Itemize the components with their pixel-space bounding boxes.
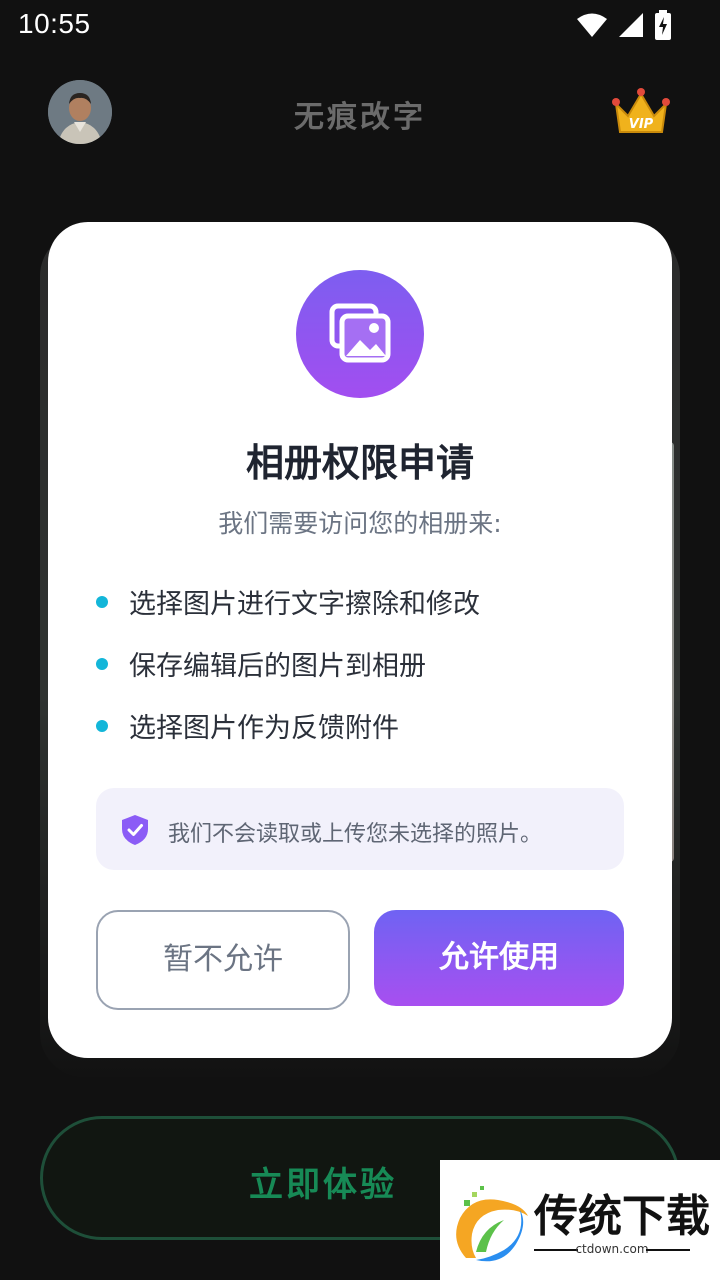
watermark: 传统下载 ctdown.com — [440, 1160, 720, 1280]
bullet-dot — [96, 658, 108, 670]
allow-button[interactable]: 允许使用 — [374, 910, 624, 1006]
permission-dialog: 相册权限申请 我们需要访问您的相册来: 选择图片进行文字擦除和修改 保存编辑后的… — [48, 222, 672, 1058]
watermark-divider — [646, 1249, 690, 1251]
battery-charging-icon — [655, 10, 671, 40]
dialog-title: 相册权限申请 — [245, 441, 474, 485]
list-item: 保存编辑后的图片到相册 — [96, 644, 636, 706]
gallery-icon — [329, 303, 391, 363]
reason-text: 选择图片进行文字擦除和修改 — [129, 589, 480, 620]
reason-text: 选择图片作为反馈附件 — [129, 713, 399, 744]
privacy-note-text: 我们不会读取或上传您未选择的照片。 — [168, 822, 543, 847]
deny-button[interactable]: 暂不允许 — [96, 910, 350, 1010]
bullet-dot — [96, 596, 108, 608]
bullet-dot — [96, 720, 108, 732]
status-bar: 10:55 — [0, 0, 720, 50]
list-item: 选择图片作为反馈附件 — [96, 706, 636, 768]
reason-list: 选择图片进行文字擦除和修改 保存编辑后的图片到相册 选择图片作为反馈附件 — [96, 582, 636, 768]
watermark-logo-icon — [456, 1186, 528, 1262]
dialog-icon-badge — [296, 270, 424, 398]
wifi-icon — [577, 13, 607, 37]
status-icons — [576, 10, 672, 40]
dialog-subtitle: 我们需要访问您的相册来: — [218, 509, 502, 538]
privacy-note: 我们不会读取或上传您未选择的照片。 — [96, 788, 624, 870]
vip-crown-icon: VIP — [612, 88, 670, 133]
watermark-brand: 传统下载 — [534, 1191, 710, 1242]
status-time: 10:55 — [18, 8, 91, 39]
signal-icon — [619, 13, 643, 37]
list-item: 选择图片进行文字擦除和修改 — [96, 582, 636, 644]
vip-badge-text: VIP — [629, 117, 654, 132]
vip-crown-button[interactable]: VIP — [610, 86, 672, 138]
reason-text: 保存编辑后的图片到相册 — [129, 651, 426, 682]
shield-check-icon — [122, 815, 148, 845]
